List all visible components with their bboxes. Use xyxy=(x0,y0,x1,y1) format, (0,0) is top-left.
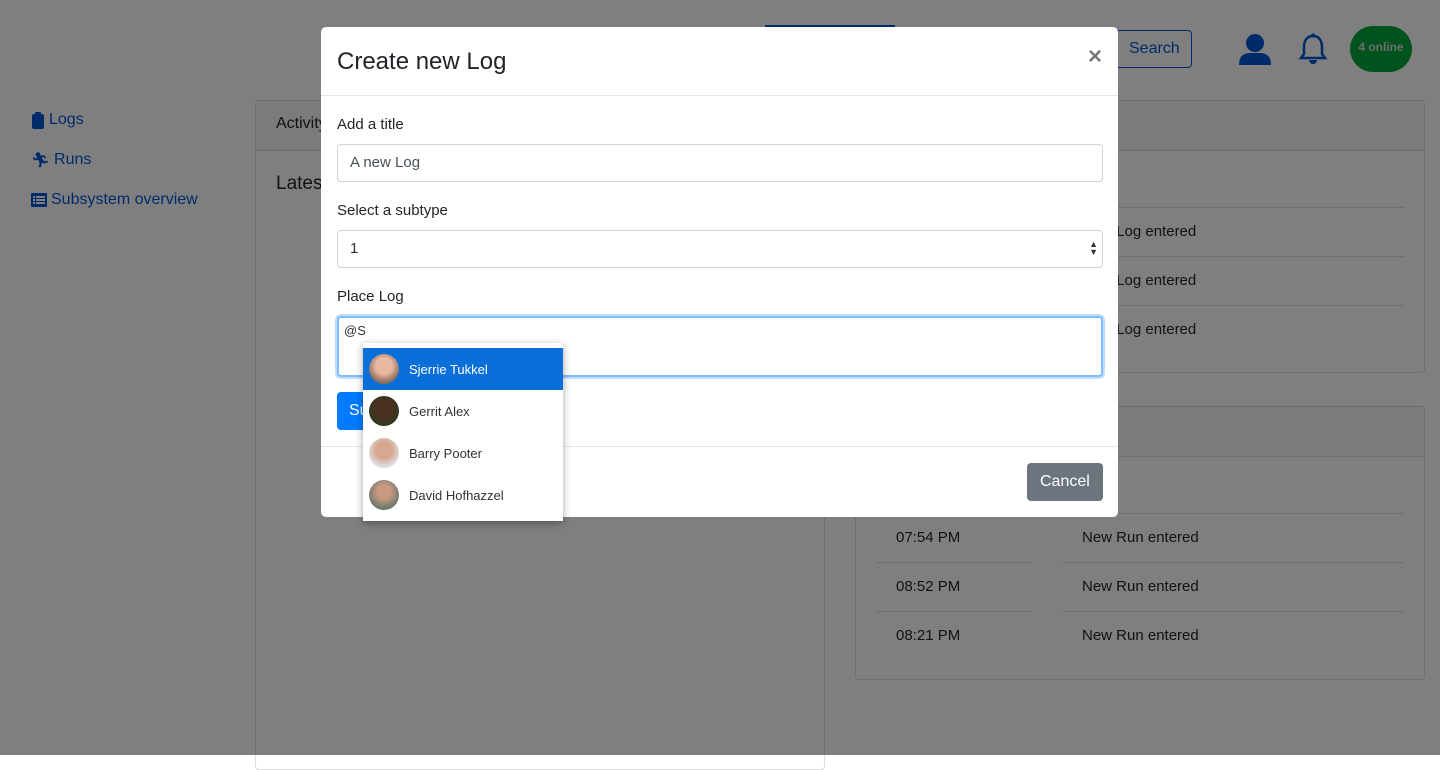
subtype-label: Select a subtype xyxy=(337,202,448,219)
modal-title: Create new Log xyxy=(337,48,507,75)
close-icon[interactable]: × xyxy=(1088,43,1102,71)
avatar xyxy=(369,396,399,426)
mention-option[interactable]: Gerrit Alex xyxy=(363,390,563,432)
title-label: Add a title xyxy=(337,116,404,133)
place-log-label: Place Log xyxy=(337,288,404,305)
mention-option[interactable]: Sjerrie Tukkel xyxy=(363,348,563,390)
mention-option[interactable]: Barry Pooter xyxy=(363,432,563,474)
mention-dropdown: Sjerrie Tukkel Gerrit Alex Barry Pooter … xyxy=(363,343,563,521)
title-input[interactable]: A new Log xyxy=(337,144,1103,182)
avatar xyxy=(369,354,399,384)
cancel-button[interactable]: Cancel xyxy=(1027,463,1103,501)
subtype-select[interactable]: 1 ▲ ▼ xyxy=(337,230,1103,268)
select-arrows-icon: ▲ ▼ xyxy=(1089,239,1098,257)
avatar xyxy=(369,480,399,510)
avatar xyxy=(369,438,399,468)
mention-option[interactable]: David Hofhazzel xyxy=(363,474,563,516)
